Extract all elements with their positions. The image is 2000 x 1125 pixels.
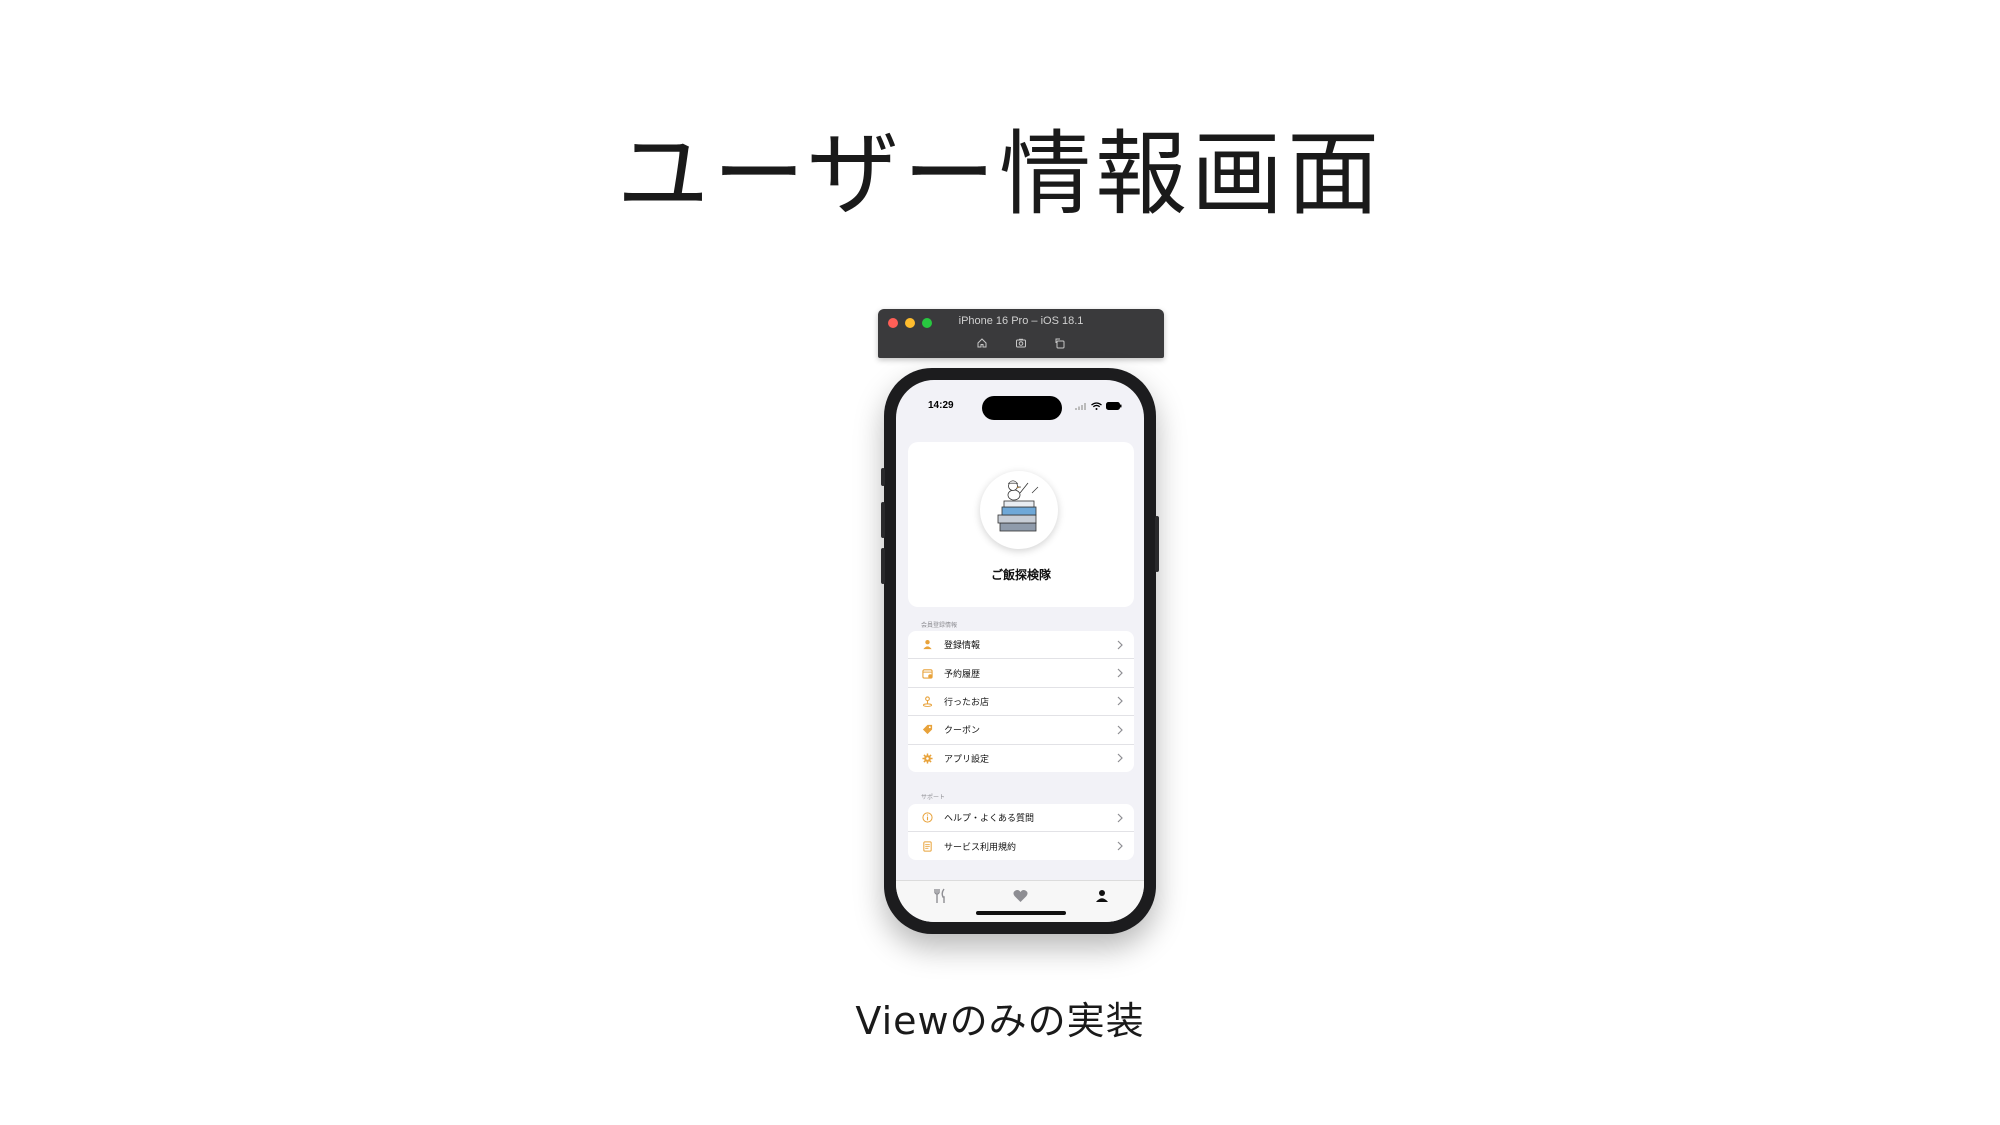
list-item-help-faq[interactable]: ヘルプ・よくある質問 xyxy=(908,804,1134,833)
power-button xyxy=(1155,516,1159,572)
list-item-label: ヘルプ・よくある質問 xyxy=(944,814,1035,825)
iphone-frame: 14:29 ご飯探検隊 会員登録情報 登録情報 予約履歴 行ったお店 クーポン … xyxy=(881,368,1159,934)
battery-icon xyxy=(1106,402,1122,410)
heart-icon xyxy=(1012,890,1028,902)
screenshot-icon[interactable] xyxy=(1014,337,1028,351)
list-item-label: クーポン xyxy=(944,726,981,737)
tab-bar xyxy=(896,880,1144,922)
status-icons xyxy=(1075,400,1122,412)
simulator-toolbar: iPhone 16 Pro – iOS 18.1 xyxy=(878,309,1164,358)
gear-icon xyxy=(920,751,934,765)
explorer-bird-books-illustration xyxy=(997,480,1039,532)
chevron-right-icon xyxy=(1116,841,1124,851)
tag-icon xyxy=(920,723,934,737)
rotate-icon[interactable] xyxy=(1053,337,1067,351)
chevron-right-icon xyxy=(1116,753,1124,763)
list-item-visited-stores[interactable]: 行ったお店 xyxy=(908,688,1134,717)
chevron-right-icon xyxy=(1116,668,1124,678)
support-group: ヘルプ・よくある質問 サービス利用規約 xyxy=(908,804,1134,860)
section-header-support: サポート xyxy=(921,794,946,801)
chevron-right-icon xyxy=(1116,696,1124,706)
list-item-label: 行ったお店 xyxy=(944,697,990,708)
username: ご飯探検隊 xyxy=(990,568,1051,582)
list-item-label: アプリ設定 xyxy=(944,754,990,765)
cellular-icon xyxy=(1075,402,1087,410)
list-item-app-settings[interactable]: アプリ設定 xyxy=(908,745,1134,772)
list-item-label: サービス利用規約 xyxy=(944,842,1017,853)
chevron-right-icon xyxy=(1116,813,1124,823)
slide-caption: Viewのみの実装 xyxy=(855,999,1145,1043)
fork-knife-icon xyxy=(934,888,945,903)
list-item-label: 登録情報 xyxy=(944,641,981,652)
list-item-reservation-history[interactable]: 予約履歴 xyxy=(908,659,1134,688)
volume-up-button xyxy=(881,502,885,538)
info-icon xyxy=(920,811,934,825)
volume-down-button xyxy=(881,548,885,584)
action-button xyxy=(881,468,885,486)
location-pin-icon xyxy=(920,694,934,708)
wifi-icon xyxy=(1091,402,1102,410)
tab-profile[interactable] xyxy=(1093,887,1111,905)
home-indicator[interactable] xyxy=(976,911,1066,915)
dynamic-island xyxy=(982,396,1062,420)
person-icon xyxy=(920,638,934,652)
slide-title: ユーザー情報画面 xyxy=(616,121,1384,228)
calendar-icon xyxy=(920,666,934,680)
avatar[interactable] xyxy=(980,471,1058,549)
list-item-registration-info[interactable]: 登録情報 xyxy=(908,631,1134,660)
list-item-terms-of-service[interactable]: サービス利用規約 xyxy=(908,832,1134,859)
member-info-group: 登録情報 予約履歴 行ったお店 クーポン アプリ設定 xyxy=(908,631,1134,772)
phone-screen: 14:29 ご飯探検隊 会員登録情報 登録情報 予約履歴 行ったお店 クーポン … xyxy=(896,380,1144,922)
list-item-coupons[interactable]: クーポン xyxy=(908,716,1134,745)
tab-restaurants[interactable] xyxy=(931,887,949,905)
home-icon[interactable] xyxy=(975,337,989,351)
document-icon xyxy=(920,839,934,853)
person-icon xyxy=(1096,890,1108,902)
profile-card: ご飯探検隊 xyxy=(908,442,1134,607)
tab-favorites[interactable] xyxy=(1011,887,1029,905)
list-item-label: 予約履歴 xyxy=(944,669,981,680)
chevron-right-icon xyxy=(1116,640,1124,650)
simulator-title: iPhone 16 Pro – iOS 18.1 xyxy=(958,315,1084,327)
section-header-member-info: 会員登録情報 xyxy=(921,622,958,629)
chevron-right-icon xyxy=(1116,725,1124,735)
status-time: 14:29 xyxy=(928,400,954,411)
